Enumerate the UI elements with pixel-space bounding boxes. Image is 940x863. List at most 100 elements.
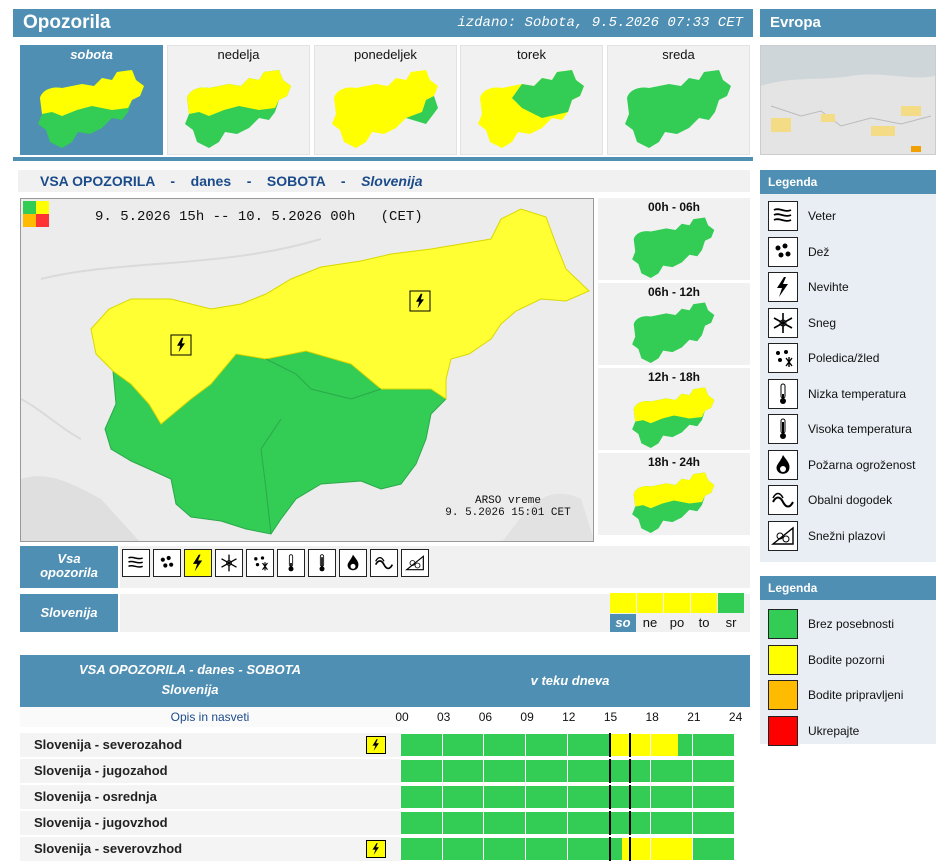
timeline-cell: [539, 760, 554, 782]
day-tab-sobota[interactable]: sobota: [20, 45, 163, 155]
timeline-cell: [705, 786, 720, 808]
warning-map[interactable]: 9. 5.2026 15h -- 10. 5.2026 00h (CET) AR…: [20, 198, 594, 542]
timeline-cell: [608, 812, 623, 834]
timeline-cell: [525, 734, 540, 756]
period-map-2[interactable]: 12h - 18h: [598, 368, 750, 450]
day-tab-sreda[interactable]: sreda: [607, 45, 750, 155]
all-warnings-button[interactable]: Vsa opozorila: [20, 546, 118, 588]
timeline-row: [400, 759, 736, 783]
timeline-cell: [497, 760, 512, 782]
timeline-cell: [455, 760, 470, 782]
legend-label: Bodite pripravljeni: [808, 688, 904, 702]
region-row-label[interactable]: Slovenija - severozahod: [20, 733, 400, 757]
timeline-cell: [580, 786, 595, 808]
timeline-cell: [636, 760, 651, 782]
timeline-cell: [650, 838, 665, 860]
day-tab-nedelja[interactable]: nedelja: [167, 45, 310, 155]
timeline-cell: [469, 760, 484, 782]
day-map-thumbnail: [168, 68, 309, 148]
forecast-day-so[interactable]: so: [610, 614, 636, 632]
region-row-label[interactable]: Slovenija - severovzhod: [20, 837, 400, 861]
time-marker: [608, 811, 611, 835]
legend-events: Legenda Veter Dež Nevihte Sneg Poledica/žled…: [760, 170, 936, 562]
forecast-day-po[interactable]: po: [664, 614, 690, 632]
low-temp-icon[interactable]: [277, 549, 305, 577]
timeline-cell: [705, 812, 720, 834]
period-map-1[interactable]: 06h - 12h: [598, 283, 750, 365]
timeline-cell: [469, 786, 484, 808]
period-label: 06h - 12h: [647, 285, 701, 299]
timeline-cell: [580, 734, 595, 756]
region-button[interactable]: Slovenija: [20, 594, 118, 632]
rain-icon[interactable]: [153, 549, 181, 577]
thunderstorm-icon[interactable]: [366, 840, 386, 858]
region-row-label[interactable]: Slovenija - jugovzhod: [20, 811, 400, 835]
timeline-cell: [539, 786, 554, 808]
legend-label: Snežni plazovi: [808, 528, 886, 543]
legend-item-rain: Dež: [768, 236, 829, 268]
thunderstorm-icon: [768, 272, 798, 302]
snow-icon[interactable]: [215, 549, 243, 577]
hour-tick: 06: [478, 710, 493, 724]
forecast-day-to[interactable]: to: [691, 614, 717, 632]
timeline-cell: [664, 786, 679, 808]
map-credit-line2: 9. 5.2026 15:01 CET: [445, 507, 571, 519]
legend-item-fire: Požarna ogroženost: [768, 449, 915, 481]
timeline-row: [400, 785, 736, 809]
day-tab-label: sobota: [70, 47, 113, 62]
timeline-cell: [636, 786, 651, 808]
timeline-cell: [566, 786, 581, 808]
legend-label: Nevihte: [808, 280, 849, 294]
timeline-cell: [400, 760, 415, 782]
timeline-cell: [511, 760, 526, 782]
all-warnings-line1: Vsa: [57, 551, 81, 566]
timeline-cell: [427, 760, 442, 782]
ice-icon[interactable]: [246, 549, 274, 577]
timeline-cell: [400, 734, 415, 756]
timeline-cell: [719, 734, 734, 756]
fire-icon[interactable]: [339, 549, 367, 577]
day-tab-torek[interactable]: torek: [460, 45, 603, 155]
timeline-cell: [539, 812, 554, 834]
region-row-label[interactable]: Slovenija - jugozahod: [20, 759, 400, 783]
timeline-cell: [705, 734, 720, 756]
day-tab-ponedeljek[interactable]: ponedeljek: [314, 45, 457, 155]
day-tab-label: torek: [517, 47, 546, 62]
map-validity: 9. 5.2026 15h -- 10. 5.2026 00h (CET): [95, 209, 423, 225]
day-map-thumbnail: [315, 68, 456, 148]
thunderstorm-icon[interactable]: [366, 736, 386, 754]
timeline-row: [400, 811, 736, 835]
avalanche-icon[interactable]: [401, 549, 429, 577]
region-row-label[interactable]: Slovenija - osrednja: [20, 785, 400, 809]
hour-tick: 15: [603, 710, 618, 724]
legend-label: Ukrepajte: [808, 723, 860, 738]
coastal-icon[interactable]: [370, 549, 398, 577]
timeline-cell: [678, 786, 693, 808]
period-map-3[interactable]: 18h - 24h: [598, 453, 750, 535]
timeline-cell: [455, 812, 470, 834]
high-temp-icon[interactable]: [308, 549, 336, 577]
europe-map-thumbnail[interactable]: [760, 45, 936, 155]
legend-item-thunderstorm: Nevihte: [768, 271, 849, 303]
timeline-cell: [441, 760, 456, 782]
timeline-cell: [691, 838, 706, 860]
period-map-0[interactable]: 00h - 06h: [598, 198, 750, 280]
forecast-day-sr[interactable]: sr: [718, 614, 744, 632]
description-link[interactable]: Opis in nasveti: [20, 707, 400, 727]
period-map-thumbnail: [598, 471, 750, 536]
time-marker: [629, 733, 632, 757]
timeline-cell: [678, 760, 693, 782]
timeline-cell: [483, 812, 498, 834]
legend-item-high-temp: Visoka temperatura: [768, 413, 912, 445]
page-title: Opozorila: [23, 12, 111, 33]
forecast-day-ne[interactable]: ne: [637, 614, 663, 632]
thunderstorm-icon[interactable]: [184, 549, 212, 577]
time-marker: [629, 811, 632, 835]
timeline-cell: [552, 760, 567, 782]
legend-item-avalanche: Snežni plazovi: [768, 520, 885, 552]
wind-icon[interactable]: [122, 549, 150, 577]
timeline-cell: [483, 838, 498, 860]
hour-tick: 21: [687, 710, 701, 724]
timeline-cell: [594, 760, 609, 782]
timeline-cell: [580, 760, 595, 782]
